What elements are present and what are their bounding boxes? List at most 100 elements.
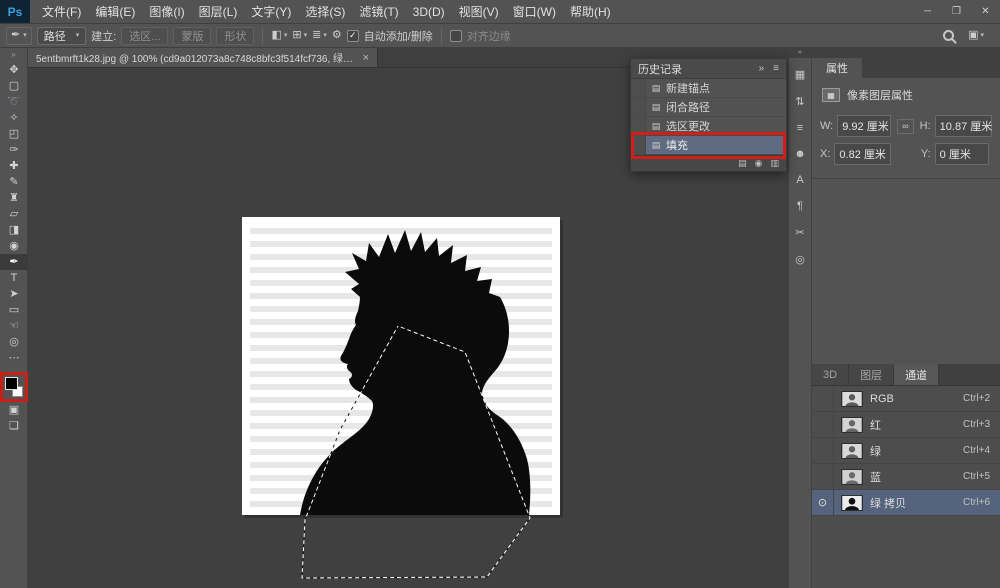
history-source-column[interactable] — [631, 136, 646, 154]
divider — [262, 28, 263, 44]
minimize-button[interactable]: ─ — [913, 0, 942, 23]
channels-panel: 3D 图层 通道 RGB Ctrl+2 红 — [812, 364, 1000, 588]
channel-shortcut: Ctrl+5 — [963, 471, 1000, 482]
collapse-panel-icon[interactable]: » — [759, 63, 765, 74]
lasso-tool-icon[interactable]: ➰ — [0, 94, 28, 110]
collapse-tools-icon[interactable]: » — [0, 48, 27, 62]
history-item-new-anchor[interactable]: ▤ 新建锚点 — [631, 79, 786, 98]
link-dimensions-icon[interactable]: ∞ — [897, 119, 913, 134]
brush-tool-icon[interactable]: ✎ — [0, 174, 28, 190]
tab-layers[interactable]: 图层 — [849, 364, 894, 385]
channel-name: 绿 — [870, 443, 963, 459]
visibility-toggle[interactable] — [812, 438, 834, 463]
panel-menu-icon[interactable]: ≡ — [773, 63, 779, 74]
history-source-column[interactable] — [631, 117, 646, 135]
auto-add-checkbox[interactable]: ✓ — [347, 30, 359, 42]
make-shape-button[interactable]: 形状 — [216, 27, 254, 45]
pen-tool-icon[interactable]: ✒ — [0, 254, 28, 270]
path-selection-tool-icon[interactable]: ➤ — [0, 286, 28, 302]
healing-brush-tool-icon[interactable]: ✚ — [0, 158, 28, 174]
marquee-tool-icon[interactable]: ▢ — [0, 78, 28, 94]
type-tool-icon[interactable]: T — [0, 270, 28, 286]
history-source-column[interactable] — [631, 79, 646, 97]
menu-3d[interactable]: 3D(D) — [406, 5, 452, 19]
notes-panel-icon[interactable]: ✂ — [788, 226, 812, 239]
menu-edit[interactable]: 编辑(E) — [88, 3, 142, 20]
eye-icon[interactable]: ⊙ — [812, 490, 834, 515]
gear-icon[interactable]: ⚙ — [332, 30, 342, 41]
y-value[interactable]: 0 厘米 — [935, 143, 989, 165]
tool-preset-dropdown[interactable]: ✒ ▾ — [6, 27, 32, 45]
restore-button[interactable]: ❐ — [942, 0, 971, 23]
blur-tool-icon[interactable]: ◉ — [0, 238, 28, 254]
document-tab[interactable]: 5entbmrft1k28.jpg @ 100% (cd9a012073a8c7… — [28, 48, 378, 67]
history-item-close-path[interactable]: ▤ 闭合路径 — [631, 98, 786, 117]
close-tab-icon[interactable]: × — [363, 52, 369, 64]
foreground-color-swatch[interactable] — [5, 377, 18, 390]
tab-channels[interactable]: 通道 — [894, 364, 939, 385]
path-alignment-dropdown[interactable]: ⊞ ▾ — [292, 30, 307, 41]
edit-toolbar-icon[interactable]: ⋯ — [0, 350, 28, 366]
libraries-panel-icon[interactable]: ◎ — [788, 253, 812, 266]
menu-file[interactable]: 文件(F) — [35, 3, 88, 20]
screen-mode-icon[interactable]: ❏ — [0, 418, 28, 434]
search-icon[interactable] — [943, 30, 954, 41]
quick-mask-icon[interactable]: ▣ — [0, 402, 28, 418]
tab-properties[interactable]: 属性 — [812, 58, 862, 78]
close-button[interactable]: ✕ — [971, 0, 1000, 23]
rectangle-tool-icon[interactable]: ▭ — [0, 302, 28, 318]
quick-selection-tool-icon[interactable]: ✧ — [0, 110, 28, 126]
menu-image[interactable]: 图像(I) — [142, 3, 191, 20]
new-document-from-state-icon[interactable]: ▤ — [738, 159, 747, 168]
move-tool-icon[interactable]: ✥ — [0, 62, 28, 78]
channel-row-red[interactable]: 红 Ctrl+3 — [812, 412, 1000, 438]
make-selection-button[interactable]: 选区... — [121, 27, 168, 45]
visibility-toggle[interactable] — [812, 464, 834, 489]
menu-window[interactable]: 窗口(W) — [506, 3, 563, 20]
history-source-column[interactable] — [631, 98, 646, 116]
align-edges-checkbox[interactable] — [450, 30, 462, 42]
channel-row-blue[interactable]: 蓝 Ctrl+5 — [812, 464, 1000, 490]
workspace-switcher[interactable]: ▣ ▾ — [968, 30, 984, 41]
hand-tool-icon[interactable]: ☜ — [0, 318, 28, 334]
pen-tool-icon: ✒ — [11, 30, 20, 41]
channel-row-green[interactable]: 绿 Ctrl+4 — [812, 438, 1000, 464]
menu-select[interactable]: 选择(S) — [298, 3, 352, 20]
adjustments-panel-icon[interactable]: ☻ — [788, 148, 812, 160]
delete-state-icon[interactable]: ▥ — [770, 159, 779, 168]
menu-view[interactable]: 视图(V) — [452, 3, 506, 20]
zoom-tool-icon[interactable]: ◎ — [0, 334, 28, 350]
menu-type[interactable]: 文字(Y) — [244, 3, 298, 20]
eraser-tool-icon[interactable]: ▱ — [0, 206, 28, 222]
channel-row-rgb[interactable]: RGB Ctrl+2 — [812, 386, 1000, 412]
expand-panels-icon[interactable]: » — [789, 48, 811, 58]
visibility-toggle[interactable] — [812, 412, 834, 437]
tab-3d[interactable]: 3D — [812, 364, 849, 385]
make-mask-button[interactable]: 蒙版 — [173, 27, 211, 45]
path-arrange-dropdown[interactable]: ≣ ▾ — [312, 30, 327, 41]
navigator-panel-icon[interactable]: ▦ — [788, 68, 812, 81]
eyedropper-tool-icon[interactable]: ✑ — [0, 142, 28, 158]
path-operations-dropdown[interactable]: ◧ ▾ — [271, 30, 287, 41]
menu-help[interactable]: 帮助(H) — [563, 3, 618, 20]
y-label: Y: — [921, 148, 931, 160]
info-panel-icon[interactable]: ≡ — [788, 122, 812, 134]
width-value[interactable]: 9.92 厘米 — [837, 115, 891, 137]
history-panel: 历史记录 » ≡ ▤ 新建锚点 ▤ 闭合路径 ▤ 选区更改 — [630, 58, 787, 172]
history-item-selection-change[interactable]: ▤ 选区更改 — [631, 117, 786, 136]
character-panel-icon[interactable]: A — [788, 174, 812, 186]
new-snapshot-icon[interactable]: ◉ — [755, 159, 763, 168]
history-item-fill[interactable]: ▤ 填充 — [631, 136, 786, 155]
clone-stamp-tool-icon[interactable]: ♜ — [0, 190, 28, 206]
crop-tool-icon[interactable]: ◰ — [0, 126, 28, 142]
menu-layer[interactable]: 图层(L) — [192, 3, 245, 20]
paragraph-panel-icon[interactable]: ¶ — [788, 200, 812, 212]
gradient-tool-icon[interactable]: ◨ — [0, 222, 28, 238]
height-value[interactable]: 10.87 厘米 — [935, 115, 992, 137]
tool-mode-dropdown[interactable]: 路径 ▾ — [37, 27, 87, 45]
x-value[interactable]: 0.82 厘米 — [834, 143, 890, 165]
menu-filter[interactable]: 滤镜(T) — [352, 3, 405, 20]
visibility-toggle[interactable] — [812, 386, 834, 411]
channel-row-green-copy[interactable]: ⊙ 绿 拷贝 Ctrl+6 — [812, 490, 1000, 516]
histogram-panel-icon[interactable]: ⇅ — [788, 95, 812, 108]
